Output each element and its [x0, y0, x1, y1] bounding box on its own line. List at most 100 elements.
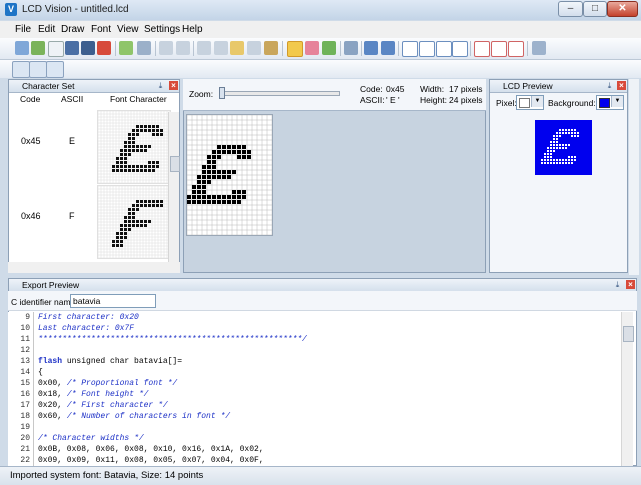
maximize-button[interactable]: □ — [583, 1, 607, 17]
close-doc-icon[interactable] — [97, 41, 111, 55]
close-pane-icon[interactable]: × — [617, 81, 626, 90]
pixel — [202, 150, 206, 154]
pixel — [128, 232, 131, 235]
minimize-button[interactable]: – — [558, 1, 583, 17]
undo-icon[interactable] — [137, 41, 151, 55]
menu-edit[interactable]: Edit — [38, 24, 55, 35]
pixel — [160, 157, 163, 160]
grid-icon-4[interactable] — [452, 41, 468, 57]
copy-icon[interactable] — [214, 41, 228, 55]
clipboard-icon[interactable] — [264, 41, 278, 55]
view-charset-icon[interactable] — [46, 61, 64, 78]
status-text: Imported system font: Batavia, Size: 14 … — [10, 470, 204, 481]
flip-vertical-icon[interactable] — [364, 41, 378, 55]
zoom-slider-thumb[interactable] — [219, 87, 225, 99]
pixel — [202, 175, 206, 179]
charset-row[interactable]: 0x45 E — [9, 106, 171, 188]
delete-icon[interactable] — [247, 41, 261, 55]
pixel — [568, 162, 570, 164]
grid-icon-1[interactable] — [402, 41, 418, 57]
pixel — [152, 232, 155, 235]
save-as-icon[interactable] — [81, 41, 95, 55]
menu-view[interactable]: View — [117, 24, 139, 35]
view-font-icon[interactable] — [29, 61, 47, 78]
export-font-icon[interactable] — [31, 41, 45, 55]
select-icon[interactable] — [344, 41, 358, 55]
pixel — [237, 175, 241, 179]
pixel — [574, 144, 576, 146]
pixel — [120, 232, 123, 235]
save-icon[interactable] — [65, 41, 79, 55]
menu-draw[interactable]: Draw — [61, 24, 84, 35]
menu-file[interactable]: File — [15, 24, 31, 35]
flip-horizontal-icon[interactable] — [381, 41, 395, 55]
pixel — [556, 162, 558, 164]
pixel-editor-canvas[interactable] — [186, 114, 273, 236]
grid-icon-3[interactable] — [436, 41, 452, 57]
grid-icon-2[interactable] — [419, 41, 435, 57]
pixel — [571, 162, 573, 164]
pixel — [571, 153, 573, 155]
pin-icon[interactable]: ⤓ — [156, 81, 165, 90]
pixel — [160, 129, 163, 132]
pixel — [120, 141, 123, 144]
import-font-icon[interactable] — [15, 41, 29, 55]
charset-hscrollbar[interactable] — [8, 262, 180, 273]
zoom-slider[interactable] — [220, 91, 340, 96]
new-icon[interactable] — [48, 41, 64, 57]
pixel — [164, 157, 167, 160]
pixel — [136, 145, 139, 148]
pixel — [202, 195, 206, 199]
charset-row[interactable]: 0x46 F — [9, 181, 171, 263]
charset-scrollbar[interactable] — [168, 112, 180, 262]
close-pane-icon[interactable]: × — [626, 280, 635, 289]
pixel — [544, 153, 546, 155]
pixel — [580, 141, 582, 143]
pin-icon[interactable]: ⤓ — [613, 280, 622, 289]
undo-icon[interactable] — [159, 41, 173, 55]
pixel-color-select[interactable]: ▼ — [516, 95, 544, 110]
pixel — [242, 150, 246, 154]
grid-icon-6[interactable] — [491, 41, 507, 57]
menu-font[interactable]: Font — [91, 24, 111, 35]
pixel — [120, 169, 123, 172]
fill-icon[interactable] — [322, 41, 336, 55]
close-pane-icon[interactable]: × — [169, 81, 178, 90]
pixel — [128, 200, 131, 203]
line-number: 15 — [20, 379, 30, 388]
pixel — [227, 145, 231, 149]
pixel — [164, 204, 167, 207]
settings-icon[interactable] — [119, 41, 133, 55]
menu-settings[interactable]: Settings — [144, 24, 180, 35]
paste-icon[interactable] — [230, 41, 244, 55]
code-scrollbar[interactable] — [621, 312, 634, 466]
code-view[interactable]: 9 First character: 0x20 10 Last character: … — [8, 312, 621, 466]
redo-icon[interactable] — [176, 41, 190, 55]
pencil-icon[interactable] — [287, 41, 303, 57]
right-scrollbar[interactable] — [629, 79, 639, 275]
menu-help[interactable]: Help — [182, 24, 203, 35]
background-label: Background: — [548, 98, 596, 108]
pin-icon[interactable]: ⤓ — [605, 81, 614, 90]
font-settings-icon[interactable] — [532, 41, 546, 55]
pixel — [187, 175, 191, 179]
view-preview-icon[interactable] — [12, 61, 30, 78]
zoom-label: Zoom: — [189, 89, 214, 99]
pixel — [116, 165, 119, 168]
identifier-input[interactable]: batavia — [70, 294, 156, 308]
pixel — [124, 200, 127, 203]
eraser-icon[interactable] — [305, 41, 319, 55]
pixel — [212, 185, 216, 189]
pixel — [120, 204, 123, 207]
background-color-select[interactable]: ▼ — [596, 95, 624, 110]
pixel — [136, 224, 139, 227]
close-window-button[interactable]: ✕ — [607, 1, 638, 17]
pixel — [574, 132, 576, 134]
pixel — [547, 150, 549, 152]
code-line: 17 0x20, /* First character */ — [8, 400, 621, 411]
cut-icon[interactable] — [197, 41, 211, 55]
grid-icon-5[interactable] — [474, 41, 490, 57]
pixel — [544, 129, 546, 131]
pixel — [207, 195, 211, 199]
grid-icon-7[interactable] — [508, 41, 524, 57]
